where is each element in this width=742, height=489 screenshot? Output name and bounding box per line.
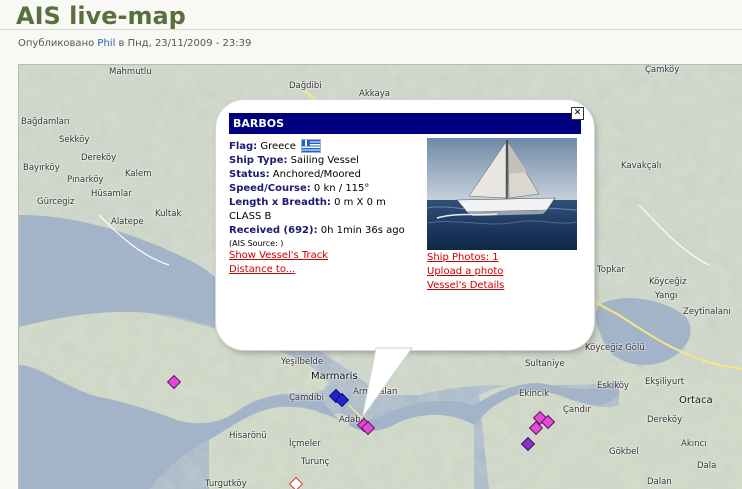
- title-divider: [0, 29, 742, 30]
- place-label: Bayırköy: [23, 163, 60, 173]
- place-label: Bağdamları: [21, 117, 70, 127]
- place-label: Akıncı: [681, 439, 707, 449]
- flag-label: Flag:: [229, 141, 258, 152]
- place-label: Ekincik: [519, 389, 549, 399]
- dimensions-value: 0 m X 0 m: [334, 197, 386, 208]
- place-label: Gürcegiz: [37, 197, 75, 207]
- greece-flag-icon: [301, 139, 322, 153]
- place-label: Akkaya: [359, 89, 390, 99]
- status-value: Anchored/Moored: [272, 169, 361, 180]
- flag-value: Greece: [260, 141, 296, 152]
- vessel-class: CLASS B: [229, 211, 272, 222]
- place-label: Zeytinalanı: [683, 307, 731, 317]
- place-label: İçmeler: [289, 439, 321, 449]
- place-label: Eskiköy: [597, 381, 629, 391]
- vessel-name-header: BARBOS: [229, 113, 581, 134]
- place-label: Dereköy: [647, 415, 683, 425]
- status-row: Status: Anchored/Moored: [229, 168, 425, 182]
- ship-photo[interactable]: [427, 138, 577, 250]
- place-label: Çandır: [563, 405, 591, 415]
- place-label: Topkar: [597, 265, 625, 275]
- place-label: Dağdibi: [289, 81, 322, 91]
- place-label: Kultak: [155, 209, 182, 219]
- place-label: Hisarönü: [229, 431, 267, 441]
- place-label: Yeşilbelde: [281, 357, 324, 367]
- ship-type-value: Sailing Vessel: [290, 155, 359, 166]
- received-value: 0h 1min 36s ago: [320, 225, 405, 236]
- place-label: Kavakçalı: [621, 161, 662, 171]
- dimensions-label: Length x Breadth:: [229, 197, 331, 208]
- place-label: Armutalan: [353, 387, 398, 397]
- received-label: Received (692):: [229, 225, 318, 236]
- place-label: Yangı: [655, 291, 678, 301]
- vessel-info: Flag: Greece Ship Type: Sailing Vessel S…: [229, 139, 425, 277]
- speed-row: Speed/Course: 0 kn / 115°: [229, 182, 425, 196]
- meta-date: в Пнд, 23/11/2009 - 23:39: [118, 38, 252, 49]
- place-label: Turunç: [301, 457, 330, 467]
- speed-value: 0 kn / 115°: [313, 183, 370, 194]
- show-track-link[interactable]: Show Vessel's Track: [229, 249, 425, 263]
- close-popup-button[interactable]: ✕: [571, 107, 584, 120]
- place-label: Köyceğiz: [649, 277, 687, 287]
- place-label: Marmaris: [311, 371, 358, 382]
- place-label: Hüsamlar: [91, 189, 132, 199]
- place-label: Dalan: [647, 477, 672, 487]
- place-label: Dala: [697, 461, 717, 471]
- vessel-details-link[interactable]: Vessel's Details: [427, 279, 504, 293]
- ship-photos-link[interactable]: Ship Photos: 1: [427, 251, 504, 265]
- place-label: Mahmutlu: [109, 67, 152, 77]
- place-label: Çamdibi: [289, 393, 324, 403]
- distance-link[interactable]: Distance to...: [229, 263, 425, 277]
- place-label: Dereköy: [81, 153, 117, 163]
- place-label: Alatepe: [111, 217, 144, 227]
- flag-row: Flag: Greece: [229, 139, 425, 154]
- meta-prefix: Опубликовано: [18, 38, 95, 49]
- vessel-links: Ship Photos: 1 Upload a photo Vessel's D…: [427, 251, 504, 293]
- place-label: Çamköy: [645, 65, 680, 75]
- place-label: Sultaniye: [525, 359, 565, 369]
- place-label: Kalem: [125, 169, 152, 179]
- author-link[interactable]: Phil: [97, 38, 115, 49]
- place-label: Sekköy: [59, 135, 90, 145]
- place-label: Ortaca: [679, 395, 713, 406]
- ais-source: (AIS Source: ): [229, 239, 284, 248]
- dimensions-row: Length x Breadth: 0 m X 0 m: [229, 196, 425, 210]
- speed-label: Speed/Course:: [229, 183, 311, 194]
- place-label: Pınarköy: [67, 175, 104, 185]
- post-meta: Опубликовано Phil в Пнд, 23/11/2009 - 23…: [18, 38, 251, 49]
- upload-photo-link[interactable]: Upload a photo: [427, 265, 504, 279]
- ship-type-label: Ship Type:: [229, 155, 288, 166]
- received-row: Received (692): 0h 1min 36s ago: [229, 224, 425, 238]
- ship-type-row: Ship Type: Sailing Vessel: [229, 154, 425, 168]
- place-label: Ekşiliyurt: [645, 377, 685, 387]
- place-label: Gökbel: [609, 447, 639, 457]
- sailboat-photo-image: [427, 138, 577, 250]
- page-title: AIS live-map: [16, 2, 186, 30]
- place-label: Köyceğiz Gölü: [585, 343, 645, 353]
- status-label: Status:: [229, 169, 270, 180]
